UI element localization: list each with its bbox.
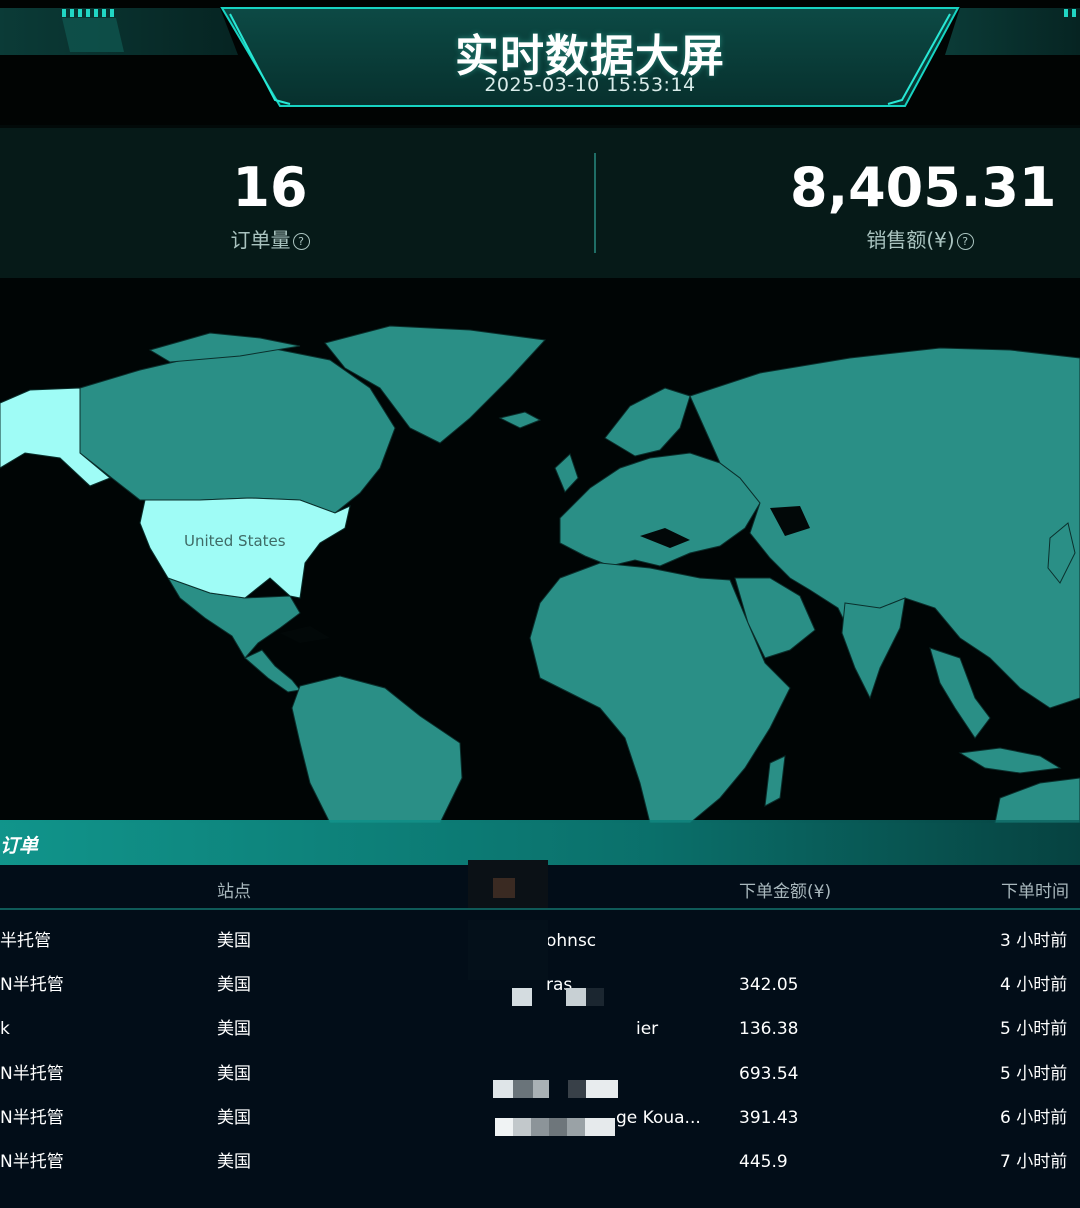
cell-type: N半托管 [0,1108,64,1128]
map-region-india [841,597,906,700]
cell-time: 5 小时前 [1000,1064,1068,1084]
question-circle-icon[interactable]: ? [956,233,974,250]
column-header-time[interactable]: 下单时间 [1001,877,1069,902]
header: 实时数据大屏 2025-03-10 15:53:14 [0,0,1080,125]
map-region-southeast-asia [929,647,991,739]
cell-name: ge Koua... [616,1108,701,1128]
orders-panel-header: 订单 [0,820,1080,865]
world-map-svg [0,325,1080,823]
map-region-south-america [291,675,463,823]
map-region-australia [994,777,1080,823]
map-region-uk [554,453,579,493]
column-header-amount[interactable]: 下单金额(¥) [739,877,831,902]
cell-site: 美国 [217,1019,251,1039]
sales-label: 销售额(¥)? [790,224,1050,253]
world-map[interactable]: United States [0,278,1080,823]
column-header-site[interactable]: 站点 [217,877,251,902]
cell-type: N半托管 [0,975,64,995]
cell-site: 美国 [217,1152,251,1172]
orders-count: 16 [232,156,308,219]
cell-time: 3 小时前 [1000,931,1068,951]
cell-time: 5 小时前 [1000,1019,1068,1039]
cell-time: 7 小时前 [1000,1152,1068,1172]
question-circle-icon[interactable]: ? [292,233,310,250]
map-region-indonesia [958,747,1062,774]
orders-label-text: 订单量 [230,228,291,252]
kpi-divider [594,153,596,253]
cell-type: k [0,1019,10,1039]
cell-amount: 342.05 [739,975,799,995]
map-region-iceland [498,411,542,429]
map-region-scandinavia [604,387,691,457]
cell-type: N半托管 [0,1064,64,1084]
cell-amount: 693.54 [739,1064,799,1084]
cell-site: 美国 [217,1108,251,1128]
datetime: 2025-03-10 15:53:14 [484,74,696,96]
orders-panel-title: 订单 [0,835,39,857]
sales-label-text: 销售额(¥) [866,228,955,252]
map-region-madagascar [764,755,786,807]
cell-time: 6 小时前 [1000,1108,1068,1128]
cell-time: 4 小时前 [1000,975,1068,995]
orders-label: 订单量? [170,224,370,253]
cell-amount: 391.43 [739,1108,799,1128]
cell-name: ier [636,1019,659,1039]
cell-site: 美国 [217,931,251,951]
map-label-united-states: United States [184,532,286,550]
map-region-central-america [244,649,301,693]
sales-amount: 8,405.31 [790,156,1057,219]
cell-amount: 445.9 [739,1152,788,1172]
pixelation-mask [468,860,618,1208]
map-region-canada [79,347,396,514]
cell-site: 美国 [217,1064,251,1084]
kpi-sales: 8,405.31 销售额(¥)? [790,128,1057,253]
cell-amount: 136.38 [739,1019,799,1039]
cell-site: 美国 [217,975,251,995]
cell-type: 半托管 [0,931,51,951]
kpi-orders: 16 订单量? [170,128,370,253]
cell-type: N半托管 [0,1152,64,1172]
kpi-bar: 16 订单量? 8,405.31 销售额(¥)? [0,128,1080,278]
dashboard-screen: 实时数据大屏 2025-03-10 15:53:14 16 订单量? 8,405… [0,0,1080,1208]
